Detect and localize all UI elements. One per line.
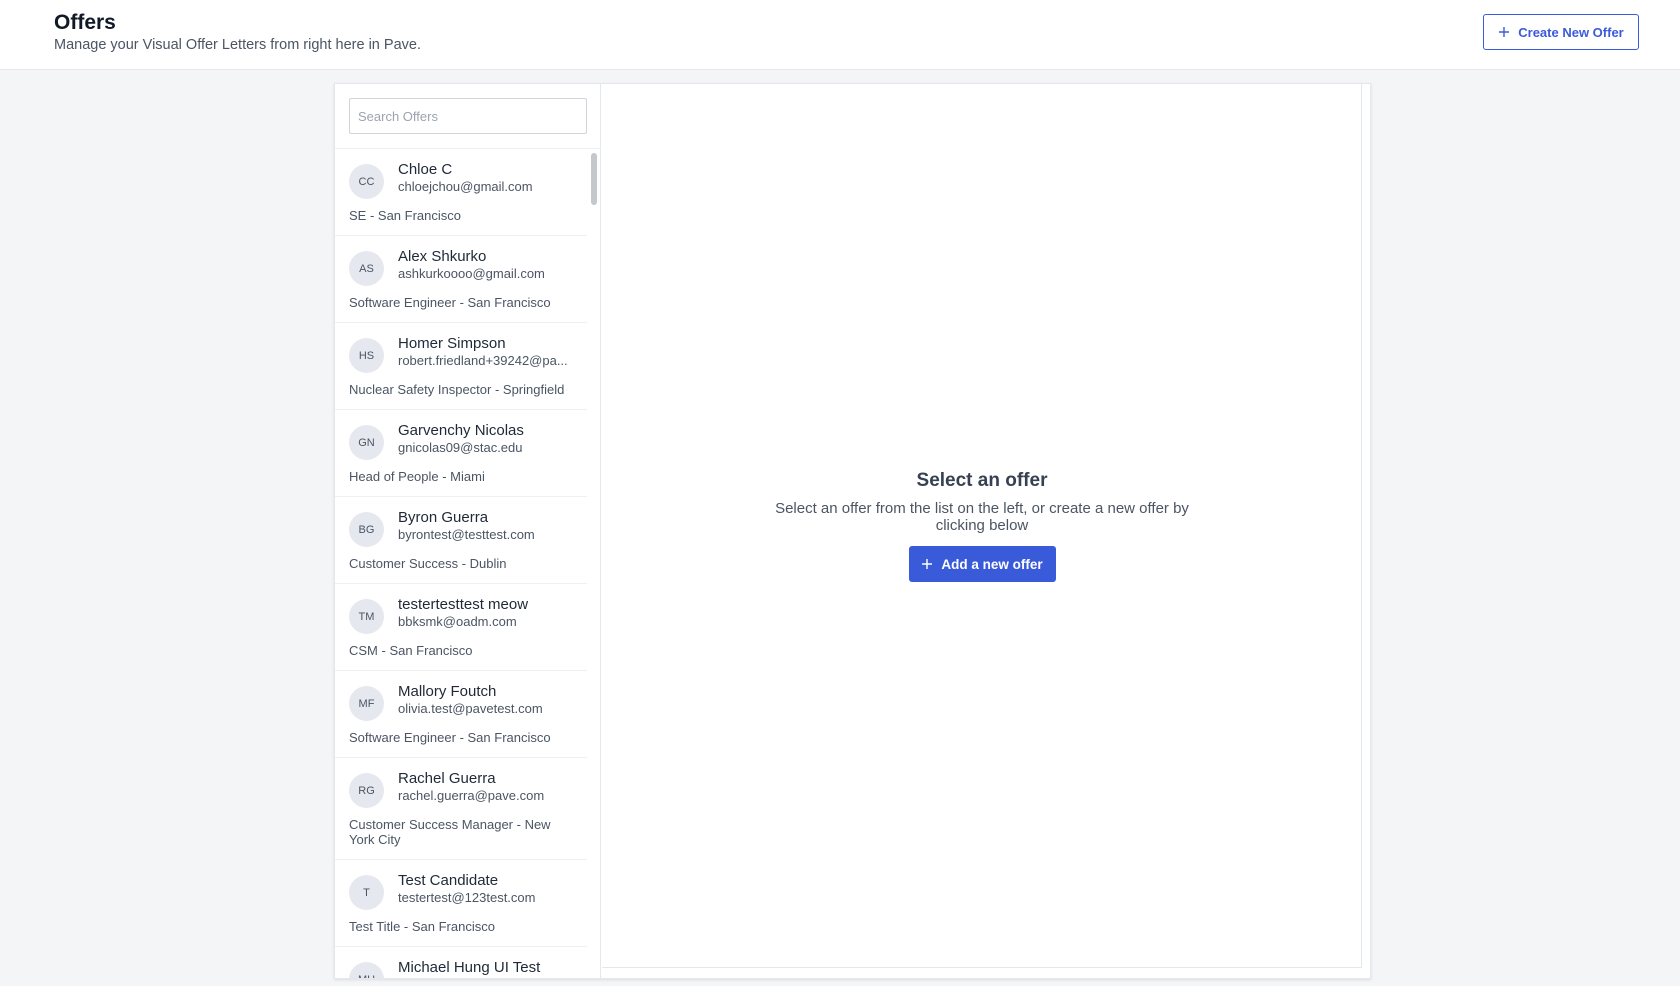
candidate-name: Homer Simpson (398, 335, 506, 352)
offers-sidebar: CC Chloe Cchloejchou@gmail.com SE - San Fr… (335, 84, 601, 978)
empty-state-title: Select an offer (916, 470, 1048, 491)
scrollbar-thumb[interactable] (591, 153, 597, 205)
avatar: MH (349, 962, 384, 978)
candidate-name: Michael Hung UI Test (398, 959, 541, 976)
avatar: RG (349, 773, 384, 808)
avatar: TM (349, 599, 384, 634)
candidate-role: Customer Success Manager - New York City (349, 817, 551, 847)
offer-list-item[interactable]: AS Alex Shkurko ashkurkoooo@gmail.com Softw… (335, 236, 587, 323)
search-container (335, 84, 601, 149)
empty-state: Select an offer Select an offer from the… (602, 470, 1362, 582)
candidate-email: bbksmk@oadm.com (398, 614, 517, 629)
candidate-email: robert.friedland+39242@pa... (398, 353, 568, 368)
candidate-email: rachel.guerra@pave.com (398, 788, 545, 803)
offer-list-item[interactable]: CC Chloe Cchloejchou@gmail.com SE - San Fr… (335, 149, 587, 236)
candidate-role: Nuclear Safety Inspector - Springfield (349, 382, 565, 397)
candidate-name: Chloe C (398, 161, 453, 178)
candidate-email: byrontest@testtest.com (398, 527, 535, 542)
avatar: MF (349, 686, 384, 721)
page-header: Offers Manage your Visual Offer Letters … (0, 0, 1680, 70)
avatar: BG (349, 512, 384, 547)
offer-list-item[interactable]: MH Michael Hung UI Test (335, 947, 587, 978)
candidate-name: Rachel Guerra (398, 770, 496, 787)
plus-icon (922, 559, 933, 569)
offer-list[interactable]: CC Chloe Cchloejchou@gmail.com SE - San Fr… (335, 149, 587, 978)
offer-list-item[interactable]: GN Garvenchy Nicolas gnicolas09@stac.edu He… (335, 410, 587, 497)
search-input[interactable] (349, 98, 587, 134)
add-new-offer-label: Add a new offer (941, 556, 1043, 572)
page-subtitle: Manage your Visual Offer Letters from ri… (54, 37, 421, 53)
offer-list-item[interactable]: MF Mallory Foutch olivia.test@pavetest.com… (335, 671, 587, 758)
candidate-role: Software Engineer - San Francisco (349, 295, 551, 310)
candidate-role: CSM - San Francisco (349, 643, 473, 658)
avatar: CC (349, 164, 384, 199)
candidate-role: Software Engineer - San Francisco (349, 730, 551, 745)
create-new-offer-label: Create New Offer (1518, 24, 1624, 40)
candidate-name: Alex Shkurko (398, 248, 487, 265)
create-new-offer-button[interactable]: Create New Offer (1483, 14, 1639, 50)
offer-list-item[interactable]: TM testertesttest meow bbksmk@oadm.com CSM … (335, 584, 587, 671)
candidate-role: SE - San Francisco (349, 208, 461, 223)
candidate-email: chloejchou@gmail.com (398, 179, 533, 194)
offer-list-item[interactable]: BG Byron Guerra byrontest@testtest.com Cust… (335, 497, 587, 584)
scrollbar[interactable] (589, 149, 599, 978)
empty-state-description: Select an offer from the list on the lef… (775, 500, 1189, 534)
candidate-email: olivia.test@pavetest.com (398, 701, 543, 716)
avatar: HS (349, 338, 384, 373)
offer-list-item[interactable]: HS Homer Simpson robert.friedland+39242@pa… (335, 323, 587, 410)
candidate-name: Byron Guerra (398, 509, 489, 526)
offer-list-item[interactable]: T Test Candidate testertest@123test.com Tes… (335, 860, 587, 947)
candidate-name: Mallory Foutch (398, 683, 497, 700)
candidate-role: Head of People - Miami (349, 469, 485, 484)
offers-panel: CC Chloe Cchloejchou@gmail.com SE - San Fr… (334, 83, 1371, 979)
candidate-name: Garvenchy Nicolas (398, 422, 524, 439)
candidate-role: Customer Success - Dublin (349, 556, 507, 571)
candidate-email: testertest@123test.com (398, 890, 536, 905)
plus-icon (1499, 27, 1510, 37)
page-title: Offers (54, 11, 116, 34)
avatar: AS (349, 251, 384, 286)
candidate-email: ashkurkoooo@gmail.com (398, 266, 545, 281)
avatar: GN (349, 425, 384, 460)
add-new-offer-button[interactable]: Add a new offer (908, 546, 1056, 582)
offer-list-item[interactable]: RG Rachel Guerra rachel.guerra@pave.com Cus… (335, 758, 587, 860)
offer-detail-area: Select an offer Select an offer from the… (602, 84, 1362, 968)
candidate-name: testertesttest meow (398, 596, 529, 613)
candidate-role: Test Title - San Francisco (349, 919, 495, 934)
candidate-name: Test Candidate (398, 872, 499, 889)
avatar: T (349, 875, 384, 910)
candidate-email: gnicolas09@stac.edu (398, 440, 523, 455)
